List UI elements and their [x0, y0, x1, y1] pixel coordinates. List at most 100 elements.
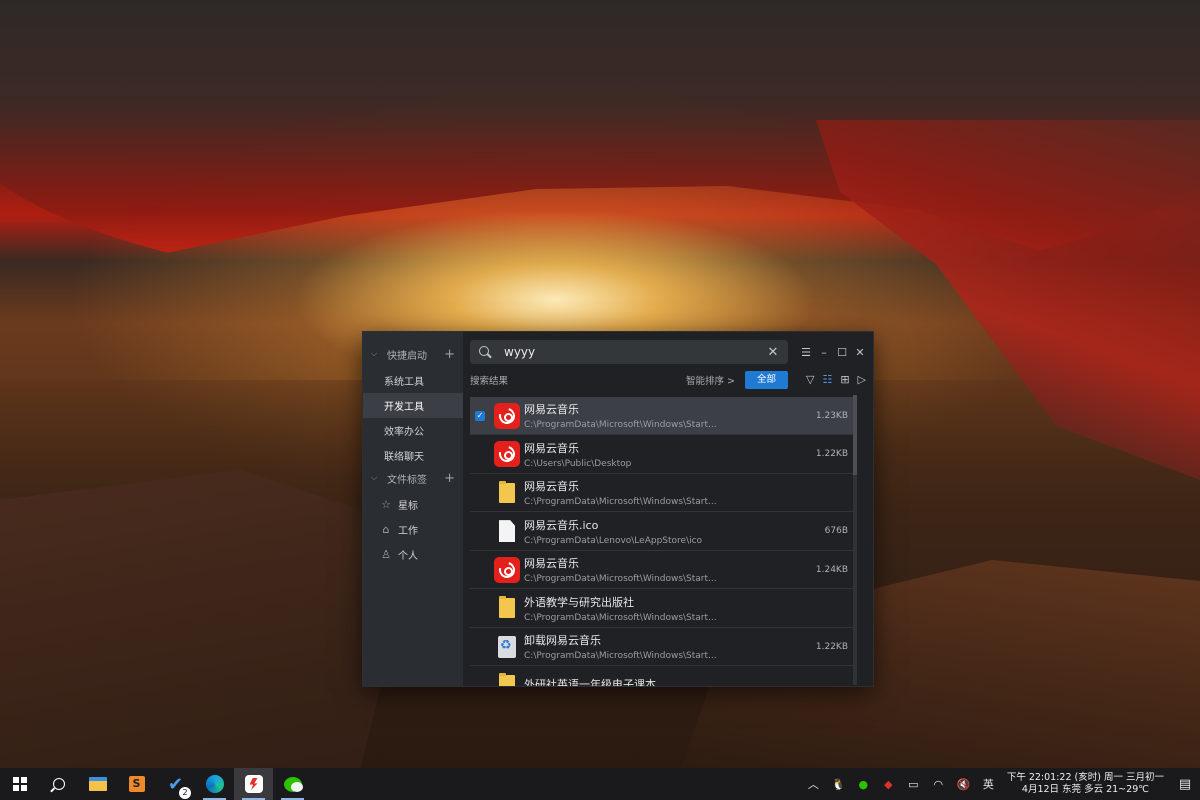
result-name: 外研社英语一年级电子课本: [524, 677, 656, 686]
taskbar-listary[interactable]: [234, 768, 273, 800]
result-name: 外语教学与研究出版社: [524, 595, 634, 609]
result-row[interactable]: 外研社英语一年级电子课本: [470, 666, 856, 686]
taskbar-wechat[interactable]: [273, 768, 312, 800]
chevron-up-icon[interactable]: ︿: [801, 776, 826, 792]
filter-icon[interactable]: ▽: [806, 373, 814, 386]
tag-label: 工作: [398, 526, 418, 537]
system-tray: ︿ 🐧 ● ◆ ▭ ◠ 🔇 英 下午 22:01:22 (亥时) 周一 三月初一…: [801, 768, 1200, 800]
section-label: 文件标签: [387, 474, 427, 486]
file-icon: [499, 520, 515, 543]
result-row[interactable]: ✓ 网易云音乐 C:\ProgramData\Microsoft\Windows\S…: [470, 396, 856, 436]
row-icon-wrap: [490, 596, 524, 619]
sort-dropdown[interactable]: 智能排序 >: [686, 373, 735, 387]
row-text: 网易云音乐 C:\ProgramData\Microsoft\Windows\St…: [524, 555, 808, 584]
list-view-icon[interactable]: ☷: [822, 373, 832, 386]
search-icon: [52, 778, 65, 790]
volume-muted-icon[interactable]: 🔇: [951, 778, 976, 791]
todo-icon: ✔ 2: [168, 774, 192, 799]
row-text: 外语教学与研究出版社 C:\ProgramData\Microsoft\Windo…: [524, 594, 808, 623]
top-bar: ✕ ☰ – ☐ ✕: [470, 340, 866, 364]
listary-icon: [244, 775, 263, 793]
search-box[interactable]: ✕: [470, 340, 788, 364]
sidebar-section-file-tags[interactable]: ⌵ 文件标签 +: [363, 468, 463, 488]
add-icon[interactable]: +: [444, 347, 455, 362]
add-icon[interactable]: +: [444, 471, 455, 486]
windows-start-icon: [12, 777, 27, 791]
taskbar-file-explorer[interactable]: [78, 768, 117, 800]
search-input[interactable]: [504, 345, 766, 359]
result-row[interactable]: 卸载网易云音乐 C:\ProgramData\Microsoft\Windows\…: [470, 628, 856, 667]
row-icon-wrap: [490, 441, 524, 468]
folder-icon: [499, 480, 515, 503]
sidebar: ⌵ 快捷启动 + 系统工具 开发工具 效率办公 联络聊天 ⌵ 文件标签 + ☆ …: [363, 332, 463, 686]
chevron-down-icon: ⌵: [371, 349, 378, 358]
sidebar-item-chat[interactable]: 联络聊天: [363, 443, 463, 468]
maximize-icon[interactable]: ☐: [836, 346, 848, 359]
grid-view-icon[interactable]: ⊞: [840, 373, 849, 386]
results-scrollbar[interactable]: [853, 395, 857, 685]
recycle-bin-icon: [498, 635, 516, 658]
sidebar-item-system-tools[interactable]: 系统工具: [363, 368, 463, 393]
result-row[interactable]: 外语教学与研究出版社 C:\ProgramData\Microsoft\Windo…: [470, 589, 856, 628]
result-size: 1.22KB: [815, 449, 848, 460]
result-size: 676B: [824, 526, 848, 537]
result-path: C:\ProgramData\Microsoft\Windows\Start..…: [524, 651, 717, 662]
row-icon-wrap: [490, 556, 524, 583]
row-icon-wrap: [490, 480, 524, 503]
filter-bar: 搜索结果 智能排序 > 全部 ▽ ☷ ⊞ ▷: [470, 369, 866, 391]
result-path: C:\ProgramData\Microsoft\Windows\Start..…: [524, 612, 717, 623]
wifi-icon[interactable]: ◠: [926, 778, 951, 791]
result-row[interactable]: 网易云音乐 C:\Users\Public\Desktop 1.22KB: [470, 435, 856, 474]
wechat-tray-icon[interactable]: ●: [851, 778, 876, 791]
results-list: ✓ 网易云音乐 C:\ProgramData\Microsoft\Windows\S…: [470, 396, 856, 686]
result-name: 网易云音乐: [524, 403, 579, 417]
taskbar-search-button[interactable]: [39, 768, 78, 800]
start-button[interactable]: [0, 768, 39, 800]
close-icon[interactable]: ✕: [854, 346, 866, 359]
sidebar-tag-work[interactable]: ⌂ 工作: [363, 517, 463, 542]
all-filter-button[interactable]: 全部: [744, 370, 788, 389]
file-explorer-icon: [88, 777, 107, 791]
sidebar-tag-personal[interactable]: ♙ 个人: [363, 542, 463, 567]
menu-icon[interactable]: ☰: [800, 346, 812, 359]
row-text: 卸载网易云音乐 C:\ProgramData\Microsoft\Windows\…: [524, 632, 808, 661]
result-row[interactable]: 网易云音乐 C:\ProgramData\Microsoft\Windows\St…: [470, 474, 856, 513]
taskbar-edge[interactable]: [195, 768, 234, 800]
row-checkbox[interactable]: ✓: [470, 410, 490, 421]
sidebar-item-dev-tools[interactable]: 开发工具: [363, 393, 463, 418]
result-name: 卸载网易云音乐: [524, 634, 601, 648]
clock-line-2: 4月12日 东莞 多云 21~29℃: [1021, 784, 1149, 795]
result-path: C:\ProgramData\Lenovo\LeAppStore\ico: [524, 535, 703, 546]
qq-icon[interactable]: 🐧: [826, 778, 851, 791]
taskbar-sublime-text[interactable]: S: [117, 768, 156, 800]
row-text: 网易云音乐 C:\ProgramData\Microsoft\Windows\St…: [524, 401, 808, 430]
wechat-icon: [283, 776, 303, 792]
notification-badge: 2: [179, 786, 192, 799]
result-row[interactable]: 网易云音乐 C:\ProgramData\Microsoft\Windows\St…: [470, 551, 856, 590]
result-row[interactable]: 网易云音乐.ico C:\ProgramData\Lenovo\LeAppStor…: [470, 512, 856, 551]
taskbar-todo[interactable]: ✔ 2: [156, 768, 195, 800]
folder-icon: [499, 596, 515, 619]
taskbar-clock[interactable]: 下午 22:01:22 (亥时) 周一 三月初一 4月12日 东莞 多云 21~…: [1001, 772, 1170, 796]
launcher-window: ⌵ 快捷启动 + 系统工具 开发工具 效率办公 联络聊天 ⌵ 文件标签 + ☆ …: [362, 331, 874, 687]
preview-panel-icon[interactable]: ▷: [858, 373, 866, 386]
listary-tray-icon[interactable]: ◆: [876, 778, 901, 791]
sidebar-item-office[interactable]: 效率办公: [363, 418, 463, 443]
result-name: 网易云音乐: [524, 480, 579, 494]
sublime-text-icon: S: [128, 776, 145, 792]
sidebar-section-quick-launch[interactable]: ⌵ 快捷启动 +: [363, 344, 463, 364]
minimize-icon[interactable]: –: [818, 346, 830, 359]
window-controls: ☰ – ☐ ✕: [800, 346, 866, 359]
ime-indicator[interactable]: 英: [976, 776, 1001, 792]
row-text: 外研社英语一年级电子课本: [524, 676, 808, 686]
result-name: 网易云音乐: [524, 557, 579, 571]
main-panel: ✕ ☰ – ☐ ✕ 搜索结果 智能排序 > 全部 ▽ ☷ ⊞ ▷ ✓ 网易云音乐 C…: [463, 332, 873, 686]
clear-icon[interactable]: ✕: [766, 345, 780, 360]
notification-center-icon[interactable]: ▤: [1170, 777, 1200, 792]
star-icon: ☆: [381, 498, 391, 511]
battery-icon[interactable]: ▭: [901, 778, 926, 791]
result-size: 1.23KB: [815, 410, 848, 421]
sidebar-tag-star[interactable]: ☆ 星标: [363, 492, 463, 517]
scrollbar-thumb[interactable]: [853, 395, 857, 475]
search-icon: [478, 345, 492, 359]
